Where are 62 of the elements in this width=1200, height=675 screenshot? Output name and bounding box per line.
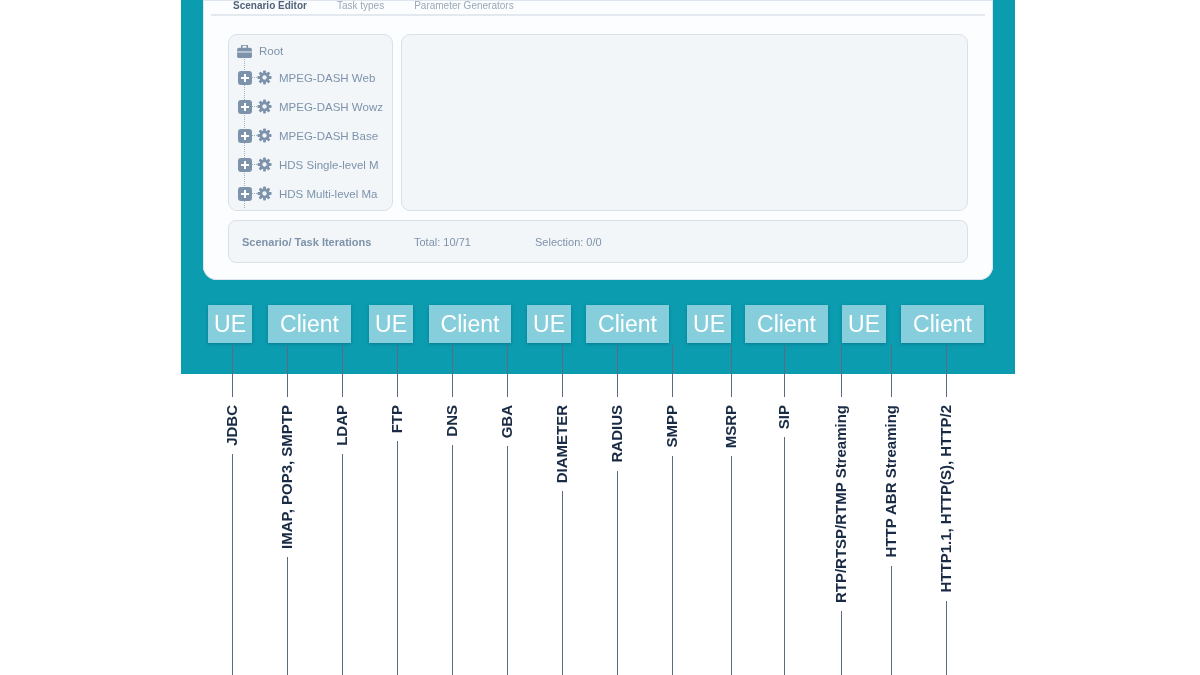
node-box: Client [745,305,828,343]
leader-line [890,345,892,397]
total-count: Total: 10/71 [414,235,472,248]
tree-item[interactable]: MPEG-DASH Base [279,129,383,142]
tab[interactable]: Task types [336,0,385,12]
leader-line [286,345,288,397]
leader-line [506,345,508,397]
gear-icon [257,70,272,85]
selection-count: Selection: 0/0 [535,235,602,248]
leader-line [945,345,947,397]
protocol-label: RADIUS [607,405,626,463]
protocol-label: MSRP [721,405,740,449]
leader-line [730,345,732,397]
plus-box-icon[interactable] [238,99,252,114]
protocol-label: DNS [442,405,461,437]
protocol-label: FTP [387,405,406,434]
leader-line [671,345,673,397]
plus-box-icon[interactable] [238,128,252,143]
footer-title: Scenario/ Task Iterations [242,235,373,248]
leader-line [451,345,453,397]
protocol-label: HTTP1.1, HTTP(S), HTTP/2 [936,405,955,593]
protocol-label: SIP [774,405,793,430]
leader-line [840,611,842,675]
tree-item[interactable]: MPEG-DASH Web [279,71,380,84]
protocol-label: DIAMETER [552,405,571,484]
leader-line [561,345,563,397]
protocol-label: SMPP [662,405,681,448]
protocol-label: JDBC [222,405,241,446]
tree-item[interactable]: MPEG-DASH Wowz [279,100,387,113]
tree-item[interactable]: Root [259,45,288,57]
node-box: UE [369,305,413,343]
protocol-label: RTP/RTSP/RTMP Streaming [831,405,850,604]
plus-box-icon[interactable] [238,157,252,172]
gear-icon [257,99,272,114]
gear-icon [257,128,272,143]
tab[interactable]: Parameter Generators [414,0,514,12]
plus-box-icon[interactable] [238,186,252,201]
leader-line [231,345,233,397]
node-box: UE [208,305,252,343]
protocol-label: GBA [497,405,516,439]
leader-line [396,345,398,397]
tree-item[interactable]: HDS Single-level M [279,158,383,171]
briefcase-icon [237,44,252,58]
node-box: UE [842,305,886,343]
node-box: UE [527,305,571,343]
node-box: Client [901,305,984,343]
gear-icon [257,186,272,201]
tree-item[interactable]: HDS Multi-level Ma [279,187,382,200]
leader-line [341,345,343,397]
protocol-label: IMAP, POP3, SMPTP [277,405,296,549]
leader-line [783,345,785,397]
protocol-label: HTTP ABR Streaming [881,405,900,558]
node-box: Client [268,305,351,343]
node-box: UE [687,305,731,343]
leader-line [616,345,618,397]
node-box: Client [586,305,669,343]
protocol-label: LDAP [332,405,351,446]
node-box: Client [429,305,511,343]
gear-icon [257,157,272,172]
leader-line [840,345,842,397]
plus-box-icon[interactable] [238,70,252,85]
tab[interactable]: Scenario Editor [233,0,307,12]
